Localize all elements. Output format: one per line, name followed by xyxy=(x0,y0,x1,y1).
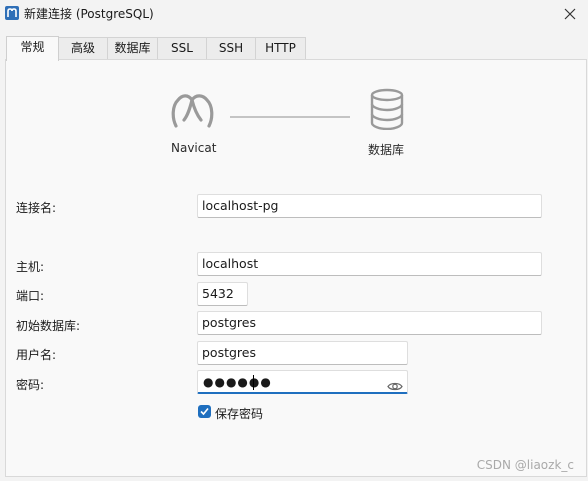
eye-icon[interactable] xyxy=(387,377,403,399)
client-caption: Navicat xyxy=(171,141,217,155)
tab-ssl[interactable]: SSL xyxy=(157,37,207,59)
connection-line xyxy=(230,116,350,118)
tab-general[interactable]: 常规 xyxy=(6,36,59,61)
host-label: 主机: xyxy=(16,260,45,274)
navicat-app-icon xyxy=(5,6,19,20)
initial-database-input[interactable]: postgres xyxy=(197,311,542,335)
host-input[interactable]: localhost xyxy=(197,252,542,276)
text-caret xyxy=(253,375,254,390)
port-input[interactable]: 5432 xyxy=(197,282,248,306)
password-mask: ●●●●●● xyxy=(203,375,272,389)
tab-ssh[interactable]: SSH xyxy=(206,37,256,59)
save-password-label[interactable]: 保存密码 xyxy=(215,405,263,422)
navicat-logo-icon xyxy=(170,88,216,133)
server-caption: 数据库 xyxy=(368,143,405,157)
database-icon xyxy=(369,88,405,133)
port-label: 端口: xyxy=(16,289,45,303)
connection-name-input[interactable]: localhost-pg xyxy=(197,194,542,218)
checkmark-icon xyxy=(200,407,209,416)
initial-database-label: 初始数据库: xyxy=(16,319,81,333)
window-title: 新建连接 (PostgreSQL) xyxy=(24,7,154,21)
tab-http[interactable]: HTTP xyxy=(255,37,306,59)
password-label: 密码: xyxy=(16,378,45,392)
watermark: CSDN @liaozk_c xyxy=(476,458,574,472)
connection-name-label: 连接名: xyxy=(16,201,57,215)
password-input[interactable]: ●●●●●● xyxy=(197,370,408,394)
title-bar: 新建连接 (PostgreSQL) xyxy=(0,0,588,27)
tab-advanced[interactable]: 高级 xyxy=(58,37,108,59)
close-icon xyxy=(564,8,576,20)
close-button[interactable] xyxy=(560,4,580,24)
username-input[interactable]: postgres xyxy=(197,341,408,365)
username-label: 用户名: xyxy=(16,348,57,362)
tab-databases[interactable]: 数据库 xyxy=(107,37,158,59)
save-password-checkbox[interactable] xyxy=(198,405,211,418)
